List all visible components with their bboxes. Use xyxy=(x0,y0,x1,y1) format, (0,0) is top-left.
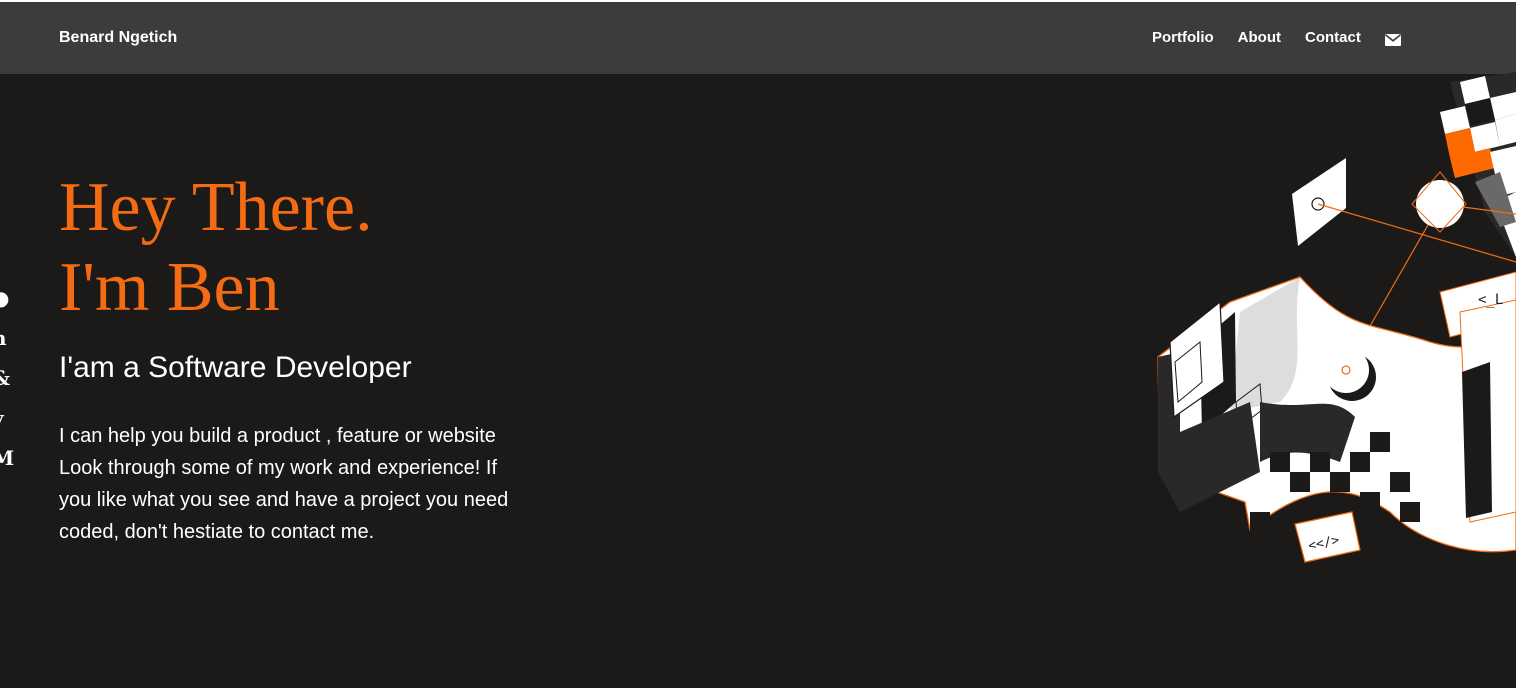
social-links: ● n & y M xyxy=(0,278,14,478)
hero-title-line-1: Hey There. xyxy=(59,169,373,246)
nav-link-portfolio[interactable]: Portfolio xyxy=(1152,29,1214,46)
hero-description: I can help you build a product , feature… xyxy=(59,425,509,543)
code-tag-top: <_L xyxy=(1478,292,1503,308)
github-icon[interactable]: ● xyxy=(0,278,14,318)
page: Benard Ngetich Portfolio About Contact ●… xyxy=(0,2,1516,688)
linkedin-icon[interactable]: n xyxy=(0,318,14,358)
nav-link-contact[interactable]: Contact xyxy=(1305,29,1361,46)
codepen-icon[interactable]: & xyxy=(0,358,14,398)
twitter-icon[interactable]: y xyxy=(0,398,14,438)
top-navbar: Benard Ngetich Portfolio About Contact xyxy=(0,2,1516,74)
nav-link-about[interactable]: About xyxy=(1238,29,1281,46)
medium-icon[interactable]: M xyxy=(0,438,14,478)
hero-title-line-2: I'm Ben xyxy=(59,249,280,326)
hero-title: Hey There. I'm Ben xyxy=(59,168,373,328)
envelope-icon[interactable] xyxy=(1384,33,1401,46)
hero-subtitle: I'am a Software Developer xyxy=(59,351,412,384)
nav-links: Portfolio About Contact xyxy=(1152,29,1401,46)
brand-link[interactable]: Benard Ngetich xyxy=(59,29,177,47)
developer-illustration: <_L <</> xyxy=(1140,72,1516,572)
